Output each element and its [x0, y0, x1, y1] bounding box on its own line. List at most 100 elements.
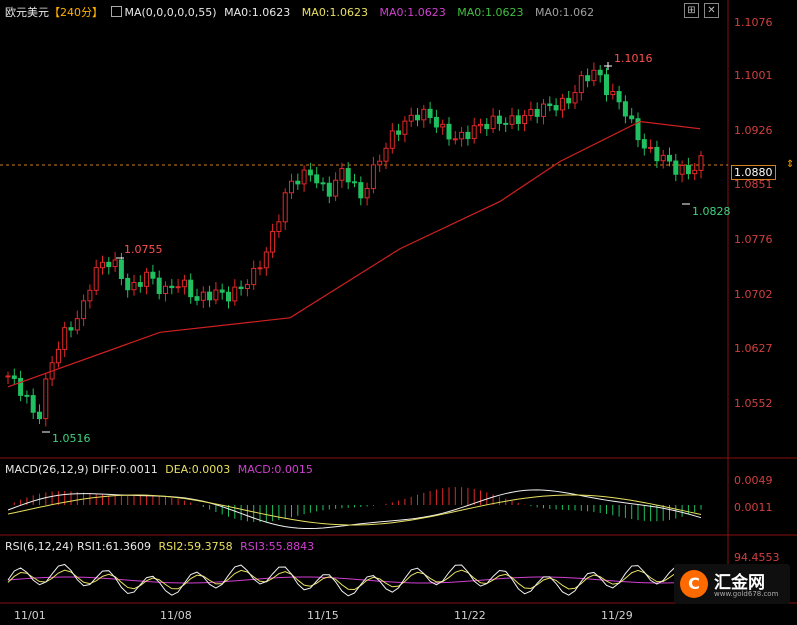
- candle-body: [345, 168, 351, 183]
- candle-body: [81, 300, 87, 320]
- candle-body: [503, 122, 509, 125]
- candle-body: [465, 131, 471, 140]
- candle-body: [629, 115, 635, 120]
- macd-label: MACD(26,12,9): [5, 463, 89, 476]
- candle-body: [641, 139, 647, 149]
- candle-body: [396, 130, 402, 135]
- candle-body: [68, 327, 74, 331]
- candle-body: [169, 285, 175, 289]
- candle-body: [515, 115, 521, 124]
- macd-header: MACD(26,12,9) DIFF:0.0011 DEA:0.0003 MAC…: [5, 463, 313, 476]
- peak-annotation: 1.0755: [124, 243, 163, 256]
- candle-body: [18, 377, 24, 396]
- candle-body: [333, 179, 339, 197]
- rsi-label: RSI(6,12,24): [5, 540, 74, 553]
- date-tick: 11/22: [454, 609, 486, 622]
- candle-body: [43, 378, 49, 420]
- candle-body: [528, 108, 534, 116]
- candle-body: [11, 375, 17, 379]
- candle-body: [478, 123, 483, 127]
- candle-body: [509, 115, 515, 125]
- candle-body: [522, 114, 528, 124]
- candle-body: [383, 147, 389, 162]
- candle-body: [295, 180, 301, 185]
- date-tick: 11/15: [307, 609, 339, 622]
- candle-body: [616, 91, 622, 103]
- candle-body: [150, 271, 156, 279]
- high-annotation: 1.1016: [614, 52, 653, 65]
- candle-body: [578, 75, 584, 94]
- rsi-header: RSI(6,12,24) RSI1:61.3609 RSI2:59.3758 R…: [5, 540, 314, 553]
- candle-body: [685, 165, 691, 175]
- candles: [5, 62, 704, 427]
- candle-body: [559, 97, 565, 111]
- candle-body: [263, 251, 269, 269]
- candle-body: [156, 277, 162, 294]
- candle-body: [433, 116, 439, 128]
- low-annotation: 1.0516: [52, 432, 91, 445]
- candle-body: [194, 296, 200, 301]
- candle-body: [301, 169, 307, 185]
- candle-body: [276, 221, 282, 233]
- candle-body: [282, 192, 288, 223]
- ma-line: [7, 120, 701, 388]
- candle-body: [389, 130, 395, 149]
- macd-tick: 0.0049: [734, 474, 773, 487]
- candle-body: [200, 291, 206, 301]
- candle-body: [289, 180, 294, 194]
- candle-body: [137, 282, 143, 287]
- candle-body: [181, 279, 187, 288]
- candle-body: [270, 231, 276, 253]
- candle-body: [597, 69, 603, 76]
- candle-body: [648, 146, 654, 149]
- candle-body: [213, 289, 219, 301]
- macd-diff: DIFF:0.0011: [92, 463, 158, 476]
- macd-tick: 0.0011: [734, 501, 773, 514]
- logo: C 汇金网 www.gold678.com: [674, 564, 790, 604]
- rsi3-line: [7, 576, 702, 584]
- candle-body: [74, 318, 80, 331]
- candle-body: [125, 277, 131, 291]
- candle-body: [320, 182, 326, 185]
- candle-body: [188, 279, 194, 298]
- candle-body: [452, 138, 458, 141]
- rsi2-value: RSI2:59.3758: [158, 540, 233, 553]
- candle-body: [364, 188, 370, 199]
- candle-body: [93, 267, 99, 291]
- candle-body: [566, 97, 572, 104]
- low-annotation: 1.0828: [692, 205, 731, 218]
- candle-body: [62, 327, 68, 350]
- candle-body: [610, 91, 616, 96]
- candle-body: [175, 286, 181, 289]
- candle-body: [326, 182, 332, 197]
- candle-body: [352, 181, 357, 184]
- candle-body: [118, 259, 124, 279]
- candle-body: [415, 114, 420, 121]
- candle-body: [421, 108, 427, 121]
- candle-body: [87, 289, 93, 302]
- logo-url: www.gold678.com: [714, 590, 779, 598]
- candle-body: [547, 103, 553, 107]
- candle-body: [679, 165, 685, 175]
- candle-body: [55, 348, 61, 364]
- price-chart: [0, 0, 797, 604]
- candle-body: [112, 259, 118, 268]
- candle-body: [370, 164, 376, 190]
- candle-body: [692, 169, 698, 175]
- rsi3-value: RSI3:55.8843: [240, 540, 315, 553]
- date-tick: 11/08: [160, 609, 192, 622]
- candle-body: [698, 155, 704, 171]
- candle-body: [30, 395, 36, 413]
- candle-body: [604, 74, 609, 96]
- candle-body: [402, 120, 408, 135]
- candle-body: [490, 115, 496, 130]
- candle-body: [553, 105, 559, 111]
- candle-body: [667, 154, 672, 162]
- candle-body: [219, 289, 225, 293]
- candle-body: [5, 375, 11, 378]
- candle-body: [100, 261, 105, 269]
- candle-body: [673, 160, 679, 175]
- candle-body: [541, 103, 546, 117]
- candle-body: [37, 411, 42, 420]
- candle-body: [622, 101, 628, 117]
